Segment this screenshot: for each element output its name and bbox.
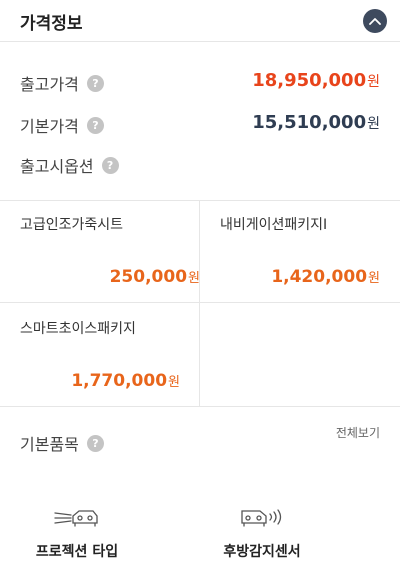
option-item: 내비게이션패키지I 1,420,000 원 — [200, 214, 380, 290]
help-icon[interactable]: ? — [86, 434, 104, 452]
collapse-button[interactable] — [363, 9, 387, 33]
option-item: 고급인조가죽시트 250,000 원 — [20, 214, 200, 290]
option-price: 1,420,000 원 — [271, 267, 380, 287]
base-price-row: 기본가격 ? 15,510,000 원 — [20, 112, 380, 137]
basic-item-label: 프로젝션 타입 — [35, 544, 119, 560]
release-price-value: 18,950,000 원 — [252, 70, 380, 91]
divider — [0, 200, 400, 201]
option-price: 250,000 원 — [109, 267, 200, 287]
help-icon[interactable]: ? — [86, 116, 104, 134]
divider — [0, 302, 400, 303]
option-name: 고급인조가죽시트 — [20, 217, 124, 233]
basic-item: 후방감지센서 — [197, 505, 327, 561]
basic-items-title: 기본품목 — [20, 435, 79, 454]
help-icon[interactable]: ? — [86, 74, 104, 92]
section-title: 가격정보 — [20, 14, 83, 34]
option-name: 내비게이션패키지I — [220, 217, 328, 233]
release-option-row: 출고시옵션 ? — [20, 153, 380, 177]
rear-sensor-icon — [241, 509, 282, 527]
divider — [0, 406, 400, 407]
release-option-label: 출고시옵션 — [20, 157, 94, 176]
base-price-label: 기본가격 — [20, 117, 79, 136]
chevron-up-icon — [369, 18, 381, 25]
view-all-link[interactable]: 전체보기 — [336, 424, 380, 441]
release-price-row: 출고가격 ? 18,950,000 원 — [20, 70, 380, 95]
basic-item-label: 후방감지센서 — [223, 544, 301, 560]
help-icon[interactable]: ? — [101, 156, 119, 174]
basic-items-title-row: 기본품목 ? — [20, 431, 104, 455]
release-price-label: 출고가격 — [20, 75, 79, 94]
base-price-value: 15,510,000 원 — [252, 112, 380, 133]
price-info-header: 가격정보 — [0, 0, 400, 42]
option-item: 스마트초이스패키지 1,770,000 원 — [0, 318, 180, 394]
projection-headlamp-icon — [54, 510, 98, 527]
option-name: 스마트초이스패키지 — [20, 321, 136, 337]
option-price: 1,770,000 원 — [71, 371, 180, 391]
basic-item: 프로젝션 타입 — [12, 505, 142, 561]
